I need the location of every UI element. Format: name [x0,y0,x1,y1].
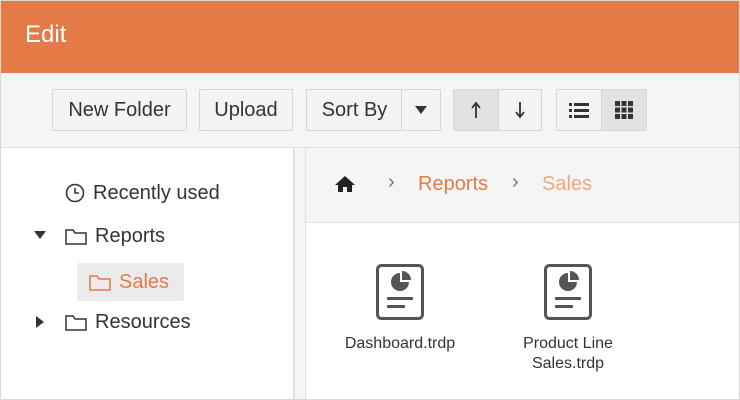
sort-by-dropdown[interactable] [401,89,441,131]
tree-item-label: Sales [119,270,170,293]
upload-label: Upload [214,98,278,121]
folder-icon [65,229,87,245]
folder-icon [89,275,111,291]
collapse-arrow-icon[interactable] [36,316,44,328]
sort-by-label: Sort By [321,98,388,121]
folder-tree: Recently used Reports Sales Resources [1,148,294,399]
new-folder-button[interactable]: New Folder [52,89,187,131]
sort-descending-button[interactable] [498,89,542,131]
list-view-icon [569,103,589,118]
dialog-title: Edit [25,21,67,48]
file-item-product-line-sales[interactable]: Product Line Sales.trdp [498,264,638,374]
upload-button[interactable]: Upload [199,89,293,131]
expand-arrow-icon[interactable] [34,231,46,239]
report-file-icon [376,264,424,320]
tree-item-recently-used[interactable]: Recently used [65,177,220,209]
breadcrumb-separator-icon: › [388,171,395,193]
toolbar: New Folder Upload Sort By [1,73,739,148]
list-view-button[interactable] [556,89,602,131]
breadcrumb-item-sales: Sales [542,173,593,195]
tree-item-label: Resources [95,310,191,333]
tree-item-label: Reports [95,224,166,247]
breadcrumb-item-reports[interactable]: Reports [418,173,488,195]
main-pane: › Reports › Sales Dashboard.trdp Product… [306,148,739,399]
caret-down-icon [415,106,427,114]
file-name: Dashboard.trdp [344,335,456,352]
new-folder-label: New Folder [68,98,171,121]
report-file-icon [544,264,592,320]
title-bar: Edit [1,1,739,73]
grid-view-icon [615,101,633,119]
file-name: Product Line Sales.trdp [523,335,613,372]
arrow-up-icon [471,101,481,118]
file-manager-dialog: Edit New Folder Upload Sort By Recently … [0,0,740,400]
tree-item-reports[interactable]: Reports [65,220,165,252]
breadcrumb: › Reports › Sales [306,148,739,223]
folder-icon [65,315,87,331]
home-icon[interactable] [334,175,356,193]
breadcrumb-separator-icon: › [512,171,519,193]
sort-ascending-button[interactable] [453,89,499,131]
grid-view-button[interactable] [601,89,647,131]
clock-icon [65,183,85,203]
pane-splitter[interactable] [294,148,306,399]
tree-item-sales[interactable]: Sales [77,263,184,301]
file-item-dashboard[interactable]: Dashboard.trdp [330,264,470,354]
tree-item-label: Recently used [93,181,220,204]
sort-by-button[interactable]: Sort By [306,89,402,131]
arrow-down-icon [515,102,525,119]
tree-item-resources[interactable]: Resources [65,306,191,338]
